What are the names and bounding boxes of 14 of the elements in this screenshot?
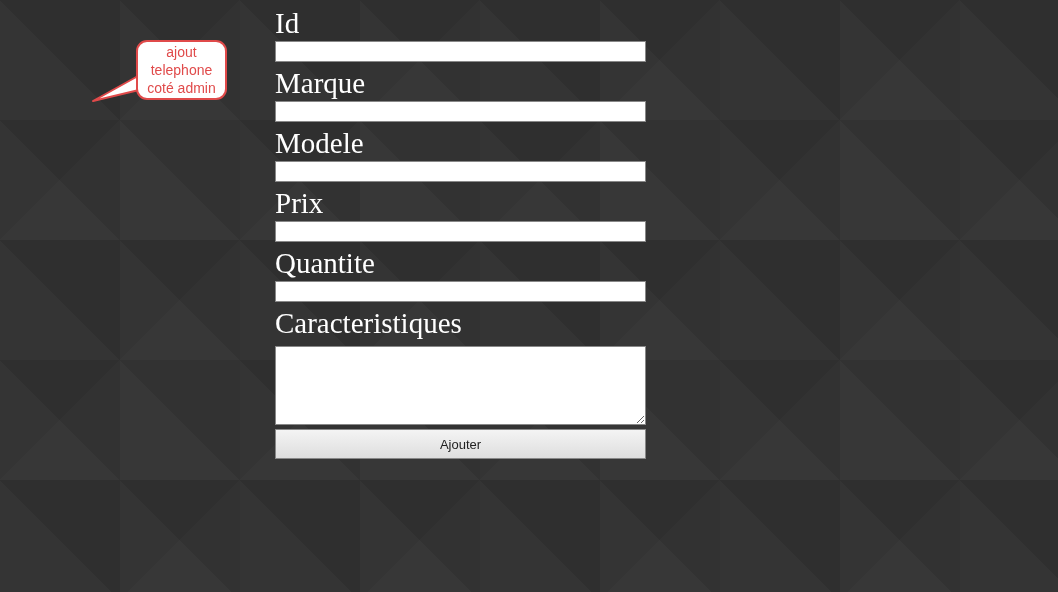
field-label: Id [275,6,301,40]
field-label: Quantite [275,246,376,280]
input-field[interactable] [275,101,646,122]
input-field[interactable] [275,281,646,302]
field-label: Prix [275,186,325,220]
input-field[interactable] [275,221,646,242]
field-label: Modele [275,126,365,160]
text-area[interactable] [275,346,646,425]
add-button[interactable]: Ajouter [275,429,646,459]
input-field[interactable] [275,41,646,62]
field-label: Caracteristiques [275,306,463,340]
callout: ajout telephone coté admin [136,40,227,100]
field-label: Marque [275,66,367,100]
input-field[interactable] [275,161,646,182]
